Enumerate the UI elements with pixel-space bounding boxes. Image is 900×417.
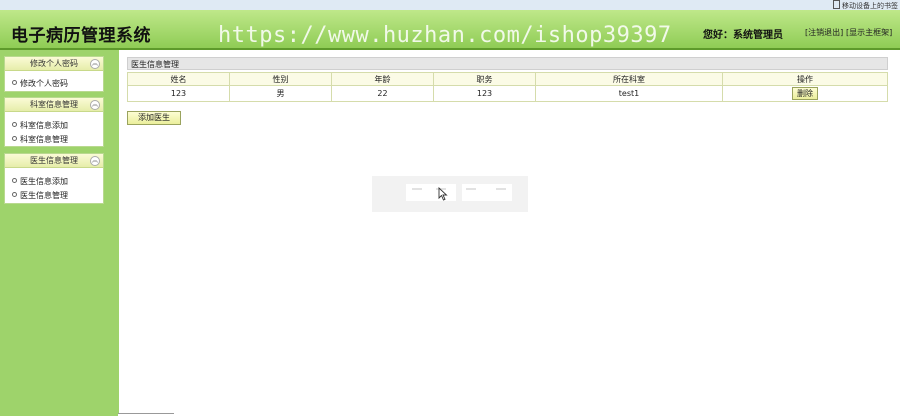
- panel-header[interactable]: 科室信息管理 ︽: [5, 98, 103, 112]
- sidebar-item-manage-doctor[interactable]: 医生信息管理: [5, 189, 103, 202]
- app-title: 电子病历管理系统: [11, 26, 151, 46]
- mouse-pointer-icon: [438, 187, 448, 201]
- bullet-icon: [12, 80, 17, 85]
- sidebar: 修改个人密码 ︽ 修改个人密码 科室信息管理 ︽ 科室信息添加 科室信息管理 医…: [0, 50, 119, 416]
- double-chevron-up-icon[interactable]: ︽: [90, 59, 100, 69]
- column-header-department: 所在科室: [535, 72, 723, 86]
- sidebar-item-label: 医生信息添加: [20, 177, 68, 186]
- column-header-age: 年龄: [331, 72, 434, 86]
- browser-top-strip: 移动设备上的书签: [0, 0, 900, 10]
- cell-position: 123: [433, 85, 536, 102]
- delete-button[interactable]: 删除: [792, 87, 818, 100]
- overlay-card: [462, 184, 512, 201]
- sidebar-item-add-doctor[interactable]: 医生信息添加: [5, 175, 103, 188]
- sidebar-item-label: 科室信息添加: [20, 121, 68, 130]
- cell-name: 123: [127, 85, 230, 102]
- mobile-bookmarks[interactable]: 移动设备上的书签: [833, 0, 898, 10]
- add-doctor-button[interactable]: 添加医生: [127, 111, 181, 125]
- panel-header[interactable]: 修改个人密码 ︽: [5, 57, 103, 71]
- table-header-row: 姓名 性别 年龄 职务 所在科室 操作: [127, 72, 888, 86]
- panel-title: 修改个人密码: [30, 59, 78, 68]
- panel-title: 科室信息管理: [30, 100, 78, 109]
- panel-title: 医生信息管理: [30, 156, 78, 165]
- column-header-name: 姓名: [127, 72, 230, 86]
- cell-action: 删除: [722, 85, 888, 102]
- sidebar-item-manage-department[interactable]: 科室信息管理: [5, 133, 103, 146]
- app-header: 电子病历管理系统 https://www.huzhan.com/ishop393…: [0, 10, 900, 50]
- sidebar-item-change-password[interactable]: 修改个人密码: [5, 77, 103, 90]
- overlay-line: [466, 188, 476, 190]
- sidebar-item-add-department[interactable]: 科室信息添加: [5, 119, 103, 132]
- user-greeting: 您好：系统管理员: [703, 30, 783, 41]
- watermark: https://www.huzhan.com/ishop39397: [218, 23, 672, 48]
- cell-age: 22: [331, 85, 434, 102]
- loading-overlay: [372, 176, 528, 212]
- sidebar-panel-doctor: 医生信息管理 ︽ 医生信息添加 医生信息管理: [4, 153, 104, 204]
- column-header-position: 职务: [433, 72, 536, 86]
- mobile-device-icon: [833, 0, 840, 9]
- overlay-line: [496, 188, 506, 190]
- overlay-card: [406, 184, 456, 201]
- column-header-gender: 性别: [229, 72, 332, 86]
- double-chevron-up-icon[interactable]: ︽: [90, 100, 100, 110]
- cell-department: test1: [535, 85, 723, 102]
- doctor-table: 姓名 性别 年龄 职务 所在科室 操作 123 男 22 123 test1 删…: [127, 72, 888, 102]
- sidebar-panel-department: 科室信息管理 ︽ 科室信息添加 科室信息管理: [4, 97, 104, 147]
- bullet-icon: [12, 136, 17, 141]
- bookmark-label: 移动设备上的书签: [842, 2, 898, 10]
- show-main-frame-link[interactable]: [显示主框架]: [846, 27, 892, 38]
- cell-gender: 男: [229, 85, 332, 102]
- double-chevron-up-icon[interactable]: ︽: [90, 156, 100, 166]
- bullet-icon: [12, 192, 17, 197]
- overlay-line: [412, 188, 422, 190]
- logout-link[interactable]: [注销退出]: [805, 27, 843, 38]
- section-title: 医生信息管理: [127, 57, 888, 70]
- sidebar-item-label: 科室信息管理: [20, 135, 68, 144]
- table-row: 123 男 22 123 test1 删除: [127, 85, 888, 102]
- column-header-action: 操作: [722, 72, 888, 86]
- panel-header[interactable]: 医生信息管理 ︽: [5, 154, 103, 168]
- bullet-icon: [12, 178, 17, 183]
- sidebar-item-label: 修改个人密码: [20, 79, 68, 88]
- sidebar-item-label: 医生信息管理: [20, 191, 68, 200]
- bullet-icon: [12, 122, 17, 127]
- bottom-frame-edge: [118, 413, 174, 417]
- sidebar-panel-password: 修改个人密码 ︽ 修改个人密码: [4, 56, 104, 92]
